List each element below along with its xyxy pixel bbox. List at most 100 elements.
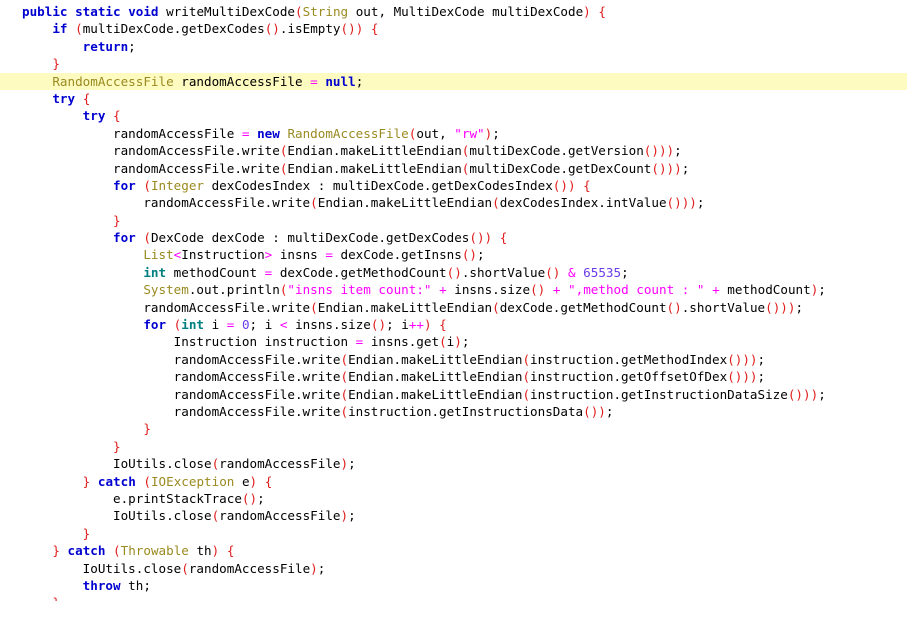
code-token: ;: [257, 490, 265, 506]
code-token: ())): [666, 195, 697, 211]
code-token: th: [188, 543, 212, 559]
code-line[interactable]: public static void writeMultiDexCode(Str…: [0, 3, 907, 20]
code-editor-viewport[interactable]: public static void writeMultiDexCode(Str…: [0, 0, 907, 601]
code-line[interactable]: randomAccessFile.write(Endian.makeLittle…: [0, 194, 907, 211]
code-line[interactable]: randomAccessFile.write(Endian.makeLittle…: [0, 299, 907, 316]
code-token: {: [583, 177, 591, 193]
code-line[interactable]: randomAccessFile.write(Endian.makeLittle…: [0, 386, 907, 403]
code-token: ())): [727, 369, 758, 385]
code-token: static: [75, 4, 121, 19]
code-line[interactable]: randomAccessFile.write(Endian.makeLittle…: [0, 351, 907, 368]
code-line[interactable]: } catch (Throwable th) {: [0, 542, 907, 559]
code-line[interactable]: try {: [0, 107, 907, 124]
code-line[interactable]: randomAccessFile = new RandomAccessFile(…: [0, 125, 907, 142]
code-token: randomAccessFile: [113, 125, 242, 141]
code-line[interactable]: }: [0, 55, 907, 72]
code-line[interactable]: IoUtils.close(randomAccessFile);: [0, 455, 907, 472]
code-token: dexCode.getMethodCount: [499, 299, 667, 315]
code-token: e: [234, 473, 250, 489]
code-line[interactable]: for (DexCode dexCode : multiDexCode.getD…: [0, 229, 907, 246]
code-line[interactable]: if (multiDexCode.getDexCodes().isEmpty()…: [0, 20, 907, 37]
code-token: for: [113, 177, 136, 193]
code-line[interactable]: }: [0, 525, 907, 542]
code-line[interactable]: } catch (IOException e) {: [0, 473, 907, 490]
code-line[interactable]: List<Instruction> insns = dexCode.getIns…: [0, 246, 907, 263]
code-token: ()): [469, 230, 493, 246]
code-token: ;: [605, 403, 614, 419]
code-token: randomAccessFile.write: [173, 386, 341, 402]
code-token: .shortValue: [681, 299, 766, 315]
code-token: for: [143, 317, 167, 333]
code-line[interactable]: for (Integer dexCodesIndex : multiDexCod…: [0, 177, 907, 194]
code-token: Endian.makeLittleEndian: [287, 160, 462, 176]
code-token: (): [461, 247, 478, 263]
code-token: (: [75, 21, 83, 37]
code-line[interactable]: }: [0, 594, 907, 601]
code-line[interactable]: Instruction instruction = insns.get(i);: [0, 333, 907, 350]
code-token: {: [113, 108, 121, 124]
code-line[interactable]: int methodCount = dexCode.getMethodCount…: [0, 264, 907, 281]
code-token: (: [295, 4, 303, 19]
code-line[interactable]: System.out.println("insns item count:" +…: [0, 281, 907, 298]
code-token: ",method count : ": [568, 282, 705, 298]
code-token: =: [325, 247, 333, 263]
code-line[interactable]: return;: [0, 38, 907, 55]
code-token: Endian.makeLittleEndian: [348, 351, 523, 367]
code-token: =: [310, 73, 318, 89]
code-line-current[interactable]: RandomAccessFile randomAccessFile = null…: [0, 72, 907, 90]
code-line[interactable]: }: [0, 438, 907, 455]
code-line[interactable]: throw th;: [0, 577, 907, 594]
code-token: randomAccessFile.write: [113, 143, 280, 159]
code-line[interactable]: }: [0, 420, 907, 437]
code-line[interactable]: randomAccessFile.write(Endian.makeLittle…: [0, 160, 907, 177]
code-token: (: [143, 473, 151, 489]
code-token: (: [340, 403, 349, 419]
source-code-listing[interactable]: public static void writeMultiDexCode(Str…: [0, 3, 907, 601]
code-line[interactable]: IoUtils.close(randomAccessFile);: [0, 560, 907, 577]
code-token: }: [82, 525, 91, 541]
code-token: out, MultiDexCode multiDexCode: [348, 4, 584, 19]
code-token: {: [82, 90, 91, 106]
code-line[interactable]: randomAccessFile.write(Endian.makeLittle…: [0, 368, 907, 385]
code-token: ;: [757, 369, 766, 385]
code-line[interactable]: try {: [0, 90, 907, 107]
code-token: ;: [461, 334, 470, 350]
code-token: Instruction: [181, 247, 265, 263]
code-token: ;: [818, 386, 826, 402]
code-token: ;: [696, 195, 705, 211]
code-line[interactable]: for (int i = 0; i < insns.size(); i++) {: [0, 316, 907, 333]
code-line[interactable]: }: [0, 212, 907, 229]
code-token: System: [143, 282, 189, 298]
code-token: insns.get: [363, 334, 440, 350]
code-token: Endian.makeLittleEndian: [287, 143, 462, 159]
code-line[interactable]: IoUtils.close(randomAccessFile);: [0, 507, 907, 524]
code-token: {: [264, 473, 273, 489]
code-line[interactable]: randomAccessFile.write(Endian.makeLittle…: [0, 142, 907, 159]
code-token: (: [522, 386, 531, 402]
code-token: 0: [241, 317, 250, 333]
code-token: (: [181, 560, 189, 576]
code-line[interactable]: e.printStackTrace();: [0, 490, 907, 507]
code-line[interactable]: randomAccessFile.write(instruction.getIn…: [0, 403, 907, 420]
